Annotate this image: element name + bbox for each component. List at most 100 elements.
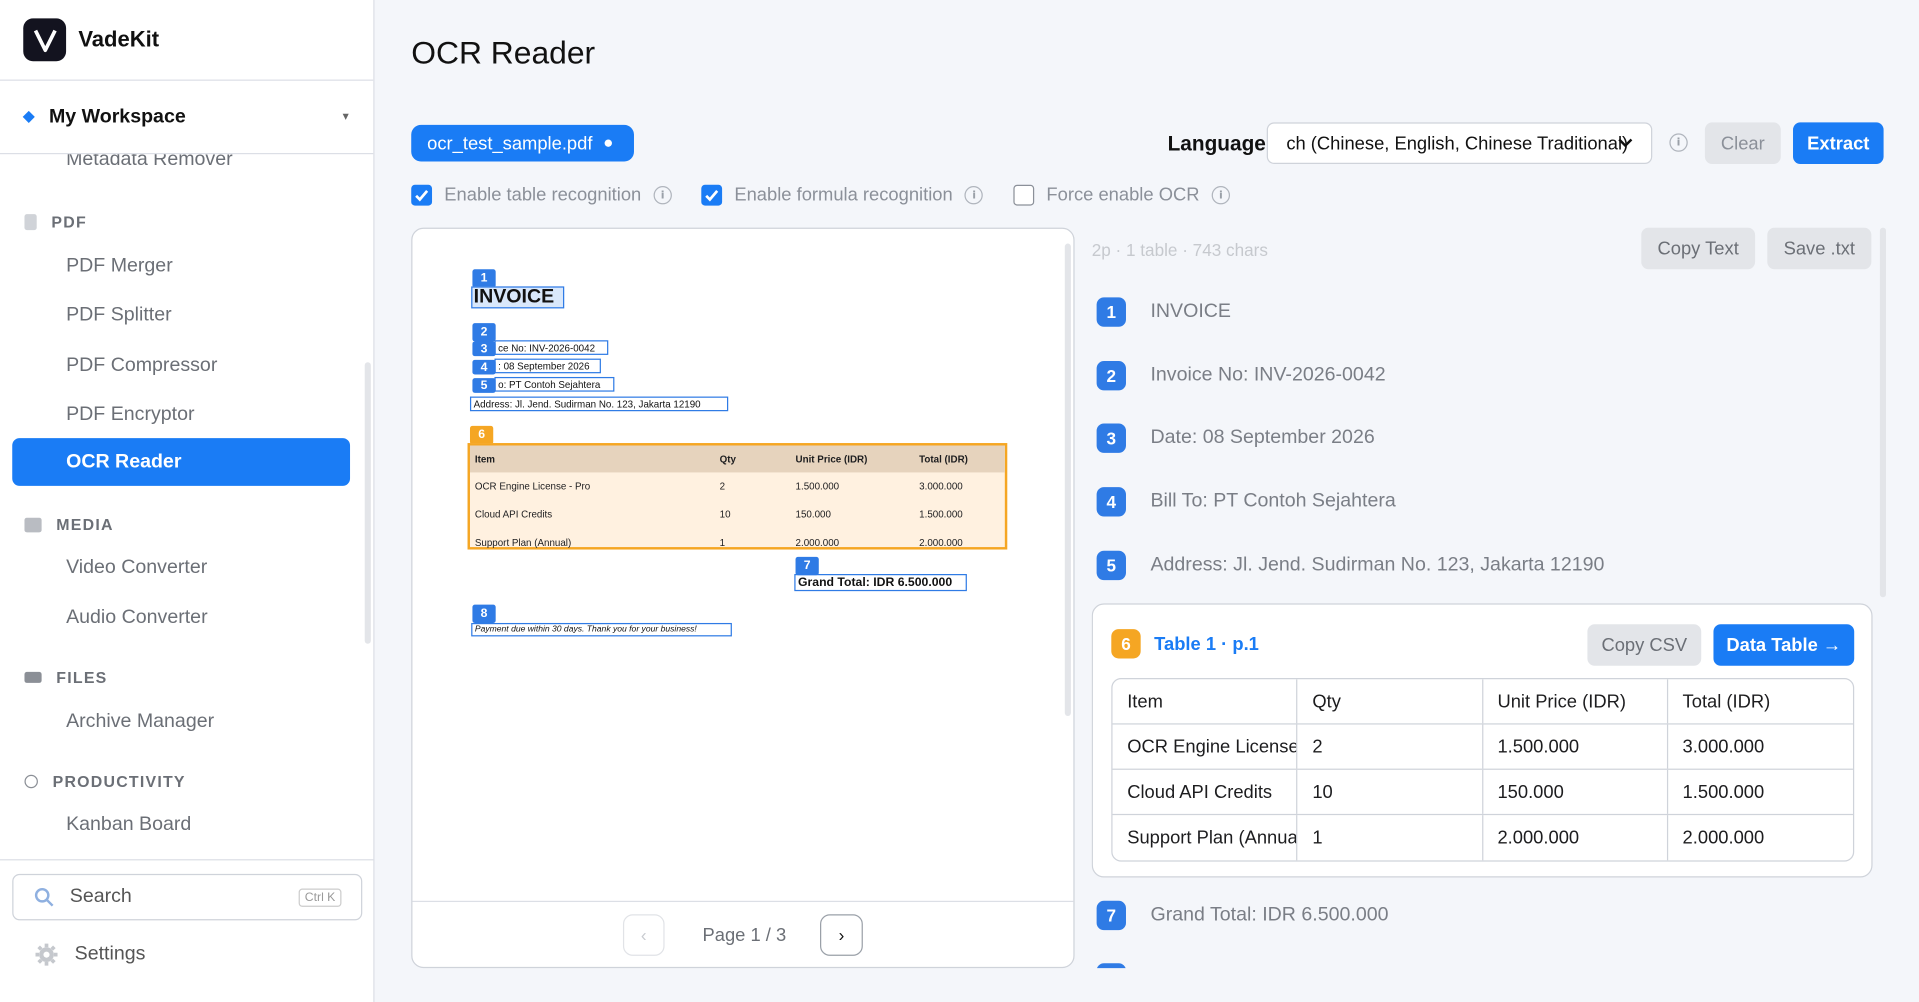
line-number-badge: 3 <box>1096 423 1126 453</box>
doc-table-cell: 1.500.000 <box>795 480 840 493</box>
ocr-results: 2p · 1 table · 743 chars Copy Text Save … <box>1091 227 1888 969</box>
section-media: MEDIA <box>24 515 113 534</box>
result-line[interactable]: 2 Invoice No: INV-2026-0042 <box>1096 361 1386 391</box>
workspace-selector[interactable]: My Workspace ▾ <box>0 81 374 155</box>
table-row: OCR Engine License - Pro 2 1.500.000 3.0… <box>1112 724 1853 770</box>
settings-button[interactable]: Settings <box>34 942 145 966</box>
sidebar: VadeKit My Workspace ▾ Metadata Remover … <box>0 0 375 1002</box>
sidebar-item-pdf-splitter[interactable]: PDF Splitter <box>66 305 172 327</box>
copy-csv-button[interactable]: Copy CSV <box>1587 624 1702 666</box>
sidebar-item-pdf-compressor[interactable]: PDF Compressor <box>66 355 217 377</box>
prev-page-button[interactable]: ‹ <box>622 914 665 956</box>
table-cell: Cloud API Credits <box>1113 769 1298 814</box>
file-chip[interactable]: ocr_test_sample.pdf <box>411 124 635 162</box>
result-line[interactable]: 4 Bill To: PT Contoh Sejahtera <box>1096 487 1396 517</box>
checkbox-checked[interactable] <box>701 184 723 206</box>
sidebar-item-audio-converter[interactable]: Audio Converter <box>66 607 208 629</box>
checkbox-checked[interactable] <box>411 184 433 206</box>
table-cell: Total (IDR) <box>1682 690 1771 712</box>
sidebar-item-archive-manager[interactable]: Archive Manager <box>66 711 214 733</box>
option-force-ocr[interactable]: Force enable OCR i <box>1013 184 1231 206</box>
doc-table-cell: Qty <box>719 453 736 465</box>
table-row: Support Plan (Annual) 1 2.000.000 2.000.… <box>1113 815 1853 861</box>
doc-table-region[interactable]: Item Qty Unit Price (IDR) Total (IDR) OC… <box>467 443 1008 550</box>
sidebar-scrollbar[interactable] <box>364 362 371 644</box>
next-page-button[interactable]: › <box>820 914 863 956</box>
clear-button[interactable]: Clear <box>1704 122 1781 165</box>
sidebar-item-video-converter[interactable]: Video Converter <box>66 557 207 579</box>
app-logo[interactable] <box>23 18 67 62</box>
caret-down-icon: ▾ <box>342 110 349 124</box>
doc-table-cell: 1 <box>719 537 726 549</box>
table-header-row: Item Qty Unit Price (IDR) Total (IDR) <box>1112 679 1853 725</box>
status-dot-icon <box>604 139 613 147</box>
chevron-down-icon <box>1618 138 1633 148</box>
option-table-recognition[interactable]: Enable table recognition i <box>411 184 672 206</box>
info-icon[interactable]: i <box>1669 133 1688 152</box>
region-tag[interactable]: 6 <box>469 425 494 445</box>
extract-button[interactable]: Extract <box>1793 122 1884 165</box>
option-label: Enable formula recognition <box>734 184 953 206</box>
language-label: Language <box>1167 132 1266 156</box>
table-title: Table 1 · p.1 <box>1154 633 1259 655</box>
checkbox-unchecked[interactable] <box>1013 184 1035 206</box>
settings-label: Settings <box>74 943 146 965</box>
table-cell: 150.000 <box>1483 769 1668 814</box>
data-table-button[interactable]: Data Table → <box>1713 624 1855 666</box>
result-table: Item Qty Unit Price (IDR) Total (IDR) OC… <box>1111 678 1855 862</box>
sidebar-item-kanban-board[interactable]: Kanban Board <box>66 814 191 836</box>
grand-total-region[interactable]: Grand Total: IDR 6.500.000 <box>794 574 967 592</box>
doc-table-cell: 3.000.000 <box>919 480 963 493</box>
result-line-partial[interactable] <box>1096 963 1151 969</box>
region-tag[interactable]: 5 <box>472 378 496 393</box>
region-tag[interactable]: 1 <box>472 269 496 288</box>
region-tag[interactable]: 7 <box>795 556 819 576</box>
table-cell: Item <box>1113 679 1298 724</box>
table-cell: 2 <box>1298 724 1483 769</box>
doc-line-region[interactable]: : 08 September 2026 <box>494 358 601 374</box>
doc-line-region[interactable]: o: PT Contoh Sejahtera <box>494 376 615 392</box>
region-tag[interactable]: 3 <box>472 341 496 357</box>
region-tag[interactable]: 8 <box>472 604 496 623</box>
sidebar-item-pdf-encryptor[interactable]: PDF Encryptor <box>66 404 194 426</box>
result-line[interactable]: 3 Date: 08 September 2026 <box>1096 423 1375 453</box>
doc-line-region[interactable]: ce No: INV-2026-0042 <box>494 340 609 355</box>
option-formula-recognition[interactable]: Enable formula recognition i <box>701 184 984 206</box>
result-line[interactable]: 7 Grand Total: IDR 6.500.000 <box>1096 900 1389 931</box>
brand: VadeKit <box>0 0 374 81</box>
table-card: 6 Table 1 · p.1 Copy CSV Data Table → It… <box>1091 603 1873 878</box>
line-text: INVOICE <box>1150 301 1231 322</box>
search-input[interactable]: Search Ctrl K <box>12 873 363 921</box>
language-select[interactable]: ch (Chinese, English, Chinese Traditiona… <box>1266 122 1653 165</box>
region-tag[interactable]: 2 <box>472 323 496 342</box>
document-preview[interactable]: 1 INVOICE 2 3 ce No: INV-2026-0042 4 : 0… <box>411 227 1075 969</box>
section-productivity: PRODUCTIVITY <box>24 772 186 791</box>
results-scrollbar[interactable] <box>1879 227 1887 598</box>
info-icon[interactable]: i <box>964 186 984 205</box>
doc-title-region[interactable]: INVOICE <box>471 286 565 309</box>
region-tag[interactable]: 4 <box>472 359 496 375</box>
result-line[interactable]: 5 Address: Jl. Jend. Sudirman No. 123, J… <box>1096 550 1604 581</box>
doc-table-row: OCR Engine License - Pro 2 1.500.000 3.0… <box>470 472 1005 500</box>
preview-scrollbar[interactable] <box>1064 243 1071 716</box>
sidebar-footer: Search Ctrl K Settings <box>0 859 375 1002</box>
sidebar-item-pdf-merger[interactable]: PDF Merger <box>66 256 173 278</box>
option-label: Enable table recognition <box>444 184 642 206</box>
copy-text-button[interactable]: Copy Text <box>1641 227 1756 270</box>
section-label: PRODUCTIVITY <box>52 772 186 791</box>
info-icon[interactable]: i <box>653 186 672 205</box>
doc-table-cell: 1.500.000 <box>919 509 963 521</box>
pagination: ‹ Page 1 / 3 › <box>412 900 1074 967</box>
sidebar-item-metadata-remover[interactable]: Metadata Remover <box>66 154 233 171</box>
save-txt-button[interactable]: Save .txt <box>1767 227 1872 270</box>
table-cell: 1.500.000 <box>1682 781 1765 803</box>
info-icon[interactable]: i <box>1211 186 1231 205</box>
table-cell: Unit Price (IDR) <box>1483 679 1668 724</box>
sidebar-item-ocr-reader[interactable]: OCR Reader <box>12 438 351 486</box>
doc-line-region[interactable]: Address: Jl. Jend. Sudirman No. 123, Jak… <box>469 396 729 412</box>
doc-footer-region[interactable]: Payment due within 30 days. Thank you fo… <box>471 622 732 637</box>
table-cell: 3.000.000 <box>1682 736 1765 757</box>
result-line[interactable]: 1 INVOICE <box>1096 297 1231 327</box>
gear-icon <box>35 943 58 966</box>
line-text: Date: 08 September 2026 <box>1150 427 1375 448</box>
